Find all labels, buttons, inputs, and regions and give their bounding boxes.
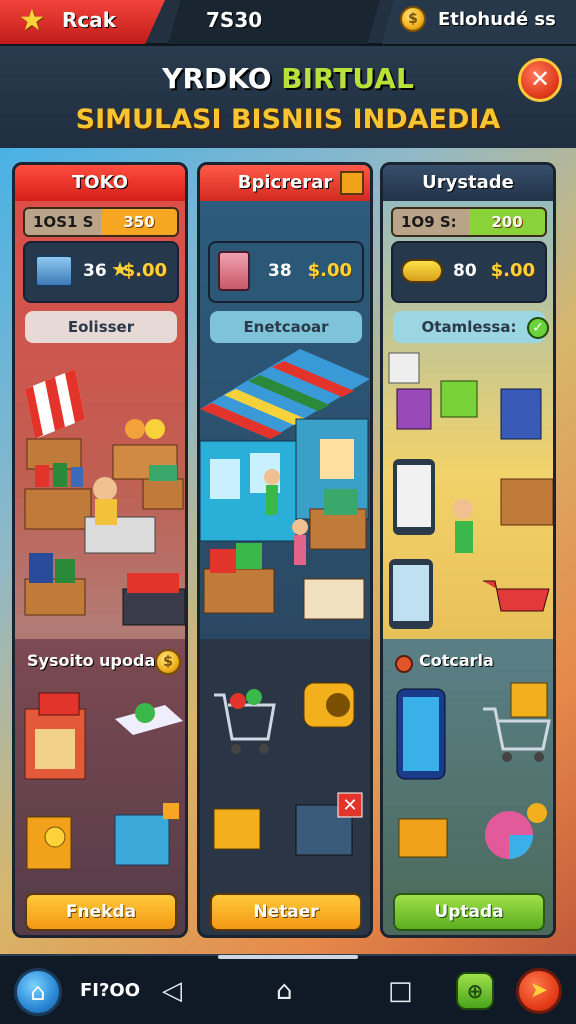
score-value: 7S30: [206, 8, 263, 32]
inventory-box: 80 $.00: [391, 241, 547, 303]
atm-icon: [218, 251, 250, 291]
store-scene: [15, 349, 185, 639]
column-tab[interactable]: Enetcaoar: [210, 311, 362, 343]
game-subtitle: SIMULASI BISNIIS INDAEDIA: [75, 104, 501, 135]
item-count: 36: [83, 261, 107, 281]
money-value: $.00: [122, 260, 167, 281]
compass-icon[interactable]: ➤: [516, 968, 562, 1014]
bottom-navigation: ⌂ FI?OO ◁ ⌂ □ ⊕ ➤: [0, 954, 576, 1024]
car-icon: [401, 259, 443, 283]
star-icon: ★: [18, 3, 46, 38]
coin-icon: $: [400, 6, 426, 32]
scroll-indicator: [218, 955, 358, 959]
column-tab[interactable]: Otamlessa:: [393, 311, 545, 343]
game-title-white: YRDKO: [162, 62, 282, 95]
title-header: YRDKO BIRTUAL SIMULASI BISNIIS INDAEDIA: [0, 46, 576, 148]
top-status-bar: ★ Rcak 7S30 $ Etlohudé ss: [0, 0, 576, 46]
item-count: 80: [453, 261, 477, 281]
stat-value: 200: [469, 209, 545, 235]
market-scene: [200, 349, 370, 639]
column-title: TOKO: [15, 165, 185, 201]
stat-label: 1OS1 S: [25, 209, 101, 235]
game-controller-icon[interactable]: ⊕: [456, 972, 494, 1010]
action-button[interactable]: Fnekda: [25, 893, 177, 931]
item-count: 38: [268, 261, 292, 281]
inventory-box: 38 $.00: [208, 241, 364, 303]
action-button[interactable]: Uptada: [393, 893, 545, 931]
circle-home-icon[interactable]: ⌂: [276, 976, 293, 1006]
back-icon[interactable]: ◁: [162, 976, 182, 1006]
stat-label: 1O9 S:: [393, 209, 469, 235]
game-title-green: BIRTUAL: [281, 62, 414, 95]
recents-icon[interactable]: □: [388, 976, 413, 1006]
currency-label: Etlohudé ss: [438, 9, 556, 30]
online-store-scene: [383, 349, 553, 639]
stat-value: 350: [101, 209, 177, 235]
inventory-box: 36 ★ $.00: [23, 241, 179, 303]
money-value: $.00: [307, 260, 352, 281]
money-value: $.00: [490, 260, 535, 281]
close-icon[interactable]: ✕: [518, 58, 562, 102]
check-icon: ✓: [527, 317, 549, 339]
column-title: Urystade: [383, 165, 553, 201]
rank-label: Rcak: [62, 8, 117, 32]
store-illustration: [24, 369, 185, 626]
game-title: YRDKO BIRTUAL: [0, 62, 576, 95]
stat-row: 1O9 S: 200: [391, 207, 547, 237]
stat-row: 1OS1 S 350: [23, 207, 179, 237]
box-icon: [340, 171, 364, 195]
alert-icon: [395, 655, 413, 673]
column-upgrade: Urystade 1O9 S: 200 80 $.00 Otamlessa: ✓: [380, 162, 556, 938]
box-icon: [35, 255, 73, 287]
section-label: Cotcarla: [419, 651, 494, 670]
online-store-illustration: [388, 352, 553, 629]
section-label: Sysoito upoda: [27, 651, 156, 670]
nav-label: FI?OO: [80, 980, 141, 1001]
coin-icon: $: [155, 649, 181, 675]
score-panel: [168, 0, 380, 44]
column-toko: TOKO 1OS1 S 350 36 ★ $.00 Eolisser Sysoi…: [12, 162, 188, 938]
market-illustration: [200, 349, 370, 620]
action-button[interactable]: Netaer: [210, 893, 362, 931]
svg-text:✕: ✕: [342, 795, 357, 816]
home-icon[interactable]: ⌂: [14, 968, 62, 1016]
column-market: Bpicrerar 38 $.00 Enetcaoar ✕ Netaer: [197, 162, 373, 938]
column-tab[interactable]: Eolisser: [25, 311, 177, 343]
